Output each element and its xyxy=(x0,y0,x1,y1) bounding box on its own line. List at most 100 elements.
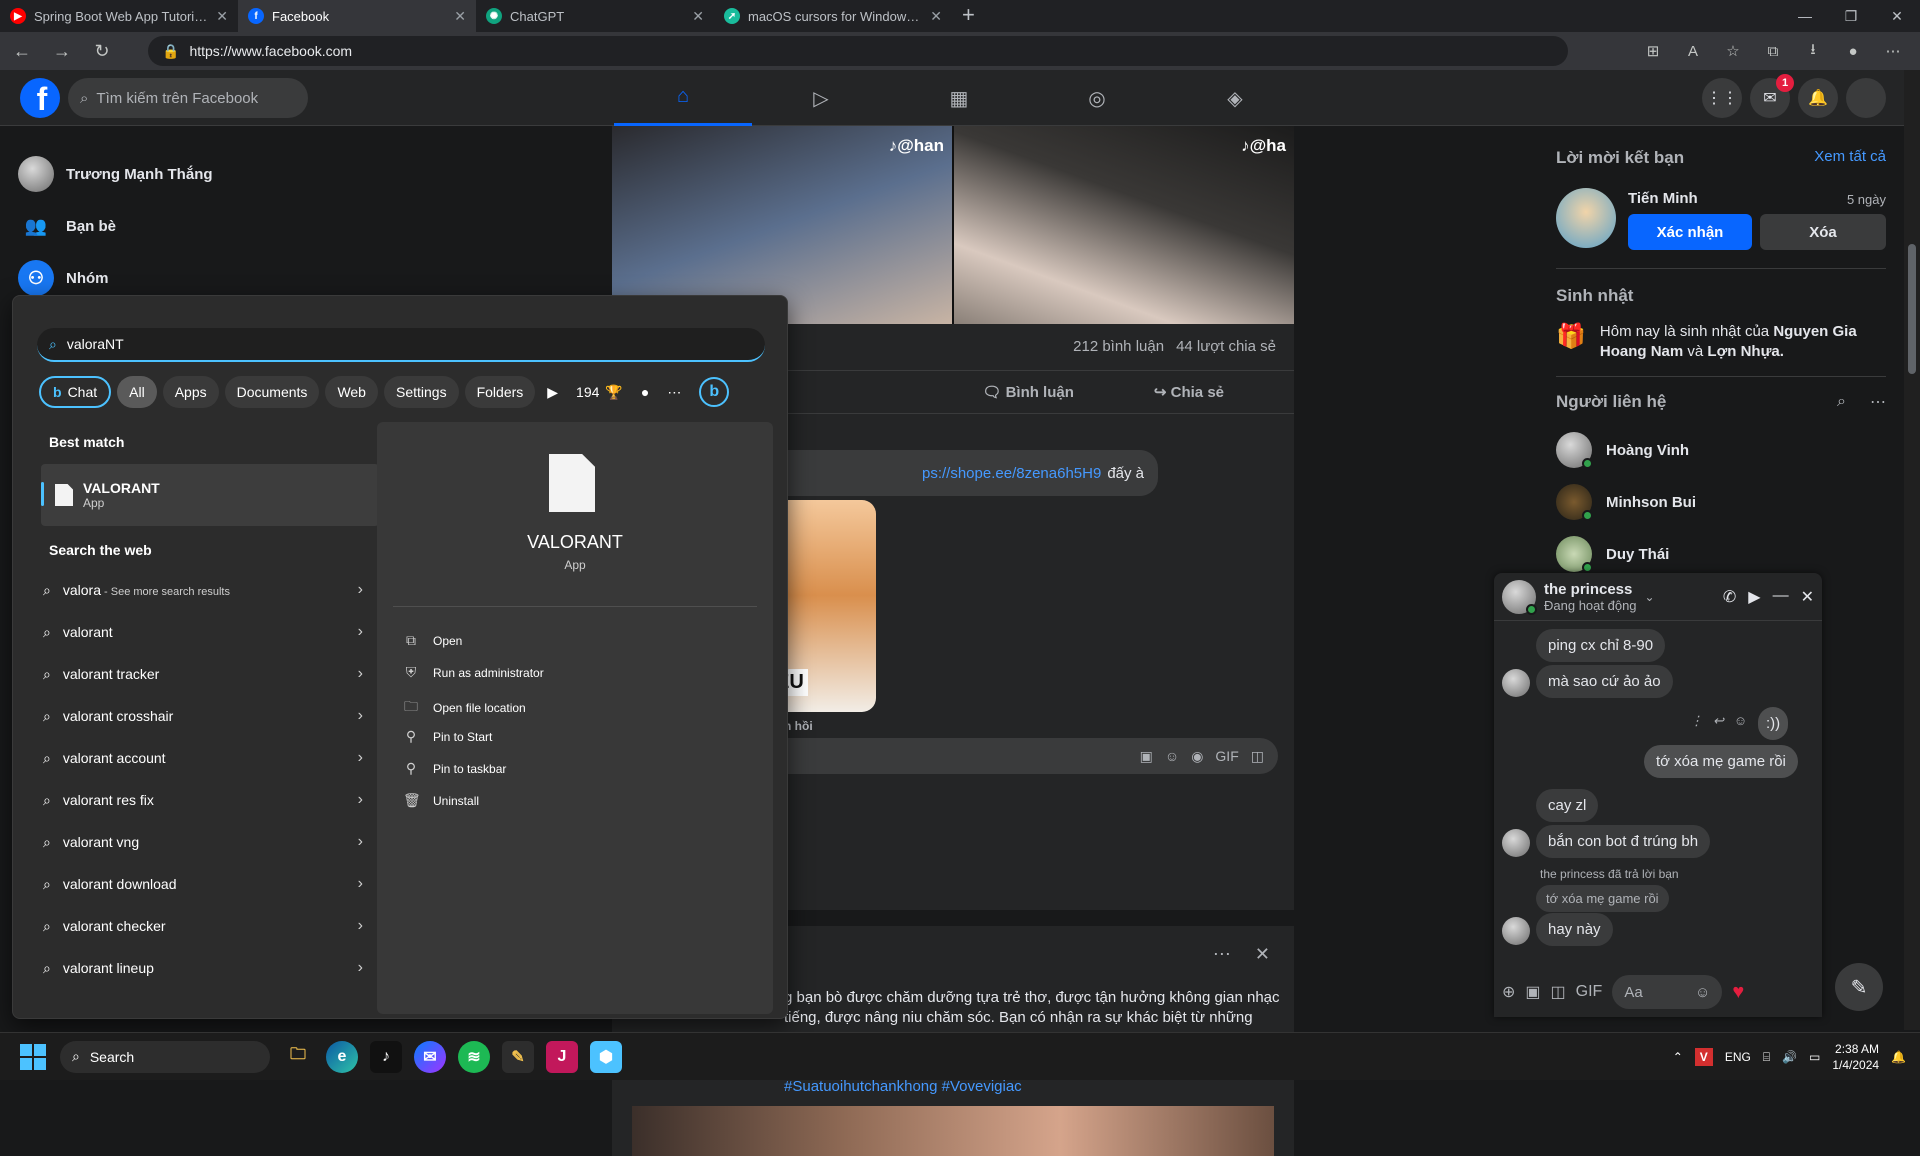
web-result[interactable]: ⌕ valorant res fix › xyxy=(43,780,363,820)
chip-folders[interactable]: Folders xyxy=(464,376,536,408)
gif-icon[interactable]: GIF xyxy=(1576,983,1603,1001)
web-result[interactable]: ⌕ valorant account › xyxy=(43,738,363,778)
avatar[interactable] xyxy=(1556,188,1616,248)
message-bubble[interactable]: hay này xyxy=(1536,913,1613,946)
scrollbar-thumb[interactable] xyxy=(1908,244,1916,374)
extensions-icon[interactable]: ⧉ xyxy=(1756,36,1790,66)
web-result[interactable]: ⌕ valorant vng › xyxy=(43,822,363,862)
close-icon[interactable]: ✕ xyxy=(1255,944,1270,965)
minimize-chat-icon[interactable]: — xyxy=(1773,587,1789,607)
facebook-search[interactable]: ⌕ Tìm kiếm trên Facebook xyxy=(68,78,308,118)
messenger-app-icon[interactable]: ✉ xyxy=(414,1040,446,1073)
react-icon[interactable]: ☺ xyxy=(1734,713,1747,729)
more-options-icon[interactable]: ⋯ xyxy=(1870,392,1886,412)
bing-icon[interactable]: b xyxy=(699,377,730,407)
spotify-icon[interactable]: ≋ xyxy=(458,1040,490,1073)
more-options-icon[interactable]: ⋯ xyxy=(1213,944,1231,965)
close-tab-icon[interactable]: ✕ xyxy=(930,8,942,25)
gif-icon[interactable]: GIF xyxy=(1215,748,1238,764)
taskbar-search[interactable]: ⌕ Search xyxy=(60,1040,270,1073)
url-bar[interactable]: 🔒 https://www.facebook.com xyxy=(148,36,1568,66)
edge-icon[interactable]: e xyxy=(326,1040,358,1073)
read-aloud-icon[interactable]: A xyxy=(1676,36,1710,66)
see-all-link[interactable]: Xem tất cả xyxy=(1814,148,1886,168)
groups-icon[interactable]: ◎ xyxy=(1028,70,1166,126)
add-icon[interactable]: ⊕ xyxy=(1502,982,1515,1002)
notification-bell-icon[interactable]: 🔔 xyxy=(1891,1050,1906,1064)
app-icon[interactable]: ✎ xyxy=(502,1040,534,1073)
chevron-down-icon[interactable]: ⌄ xyxy=(1645,590,1655,604)
comment-count[interactable]: 212 bình luận xyxy=(1073,338,1164,355)
forward-icon[interactable]: → xyxy=(44,35,80,67)
action-uninstall[interactable]: 🗑 Uninstall xyxy=(403,792,479,809)
tiktok-icon[interactable]: ♪ xyxy=(370,1040,402,1073)
user-avatar-icon[interactable]: ● xyxy=(635,376,655,408)
web-result[interactable]: ⌕ valorant download › xyxy=(43,864,363,904)
video-icon[interactable]: ▷ xyxy=(752,70,890,126)
restore-icon[interactable]: ❐ xyxy=(1828,0,1874,32)
rewards-points[interactable]: 194 🏆 xyxy=(570,376,629,408)
play-icon[interactable]: ▶ xyxy=(541,376,564,408)
clock[interactable]: 2:38 AM 1/4/2024 xyxy=(1832,1041,1879,1073)
more-options-icon[interactable]: ⋯ xyxy=(661,376,687,408)
browser-tab-cursors[interactable]: ➚ macOS cursors for Windows by a ✕ xyxy=(714,0,952,32)
web-result[interactable]: ⌕ valorant lineup › xyxy=(43,948,363,988)
action-run-as-admin[interactable]: ⛨ Run as administrator xyxy=(403,664,544,681)
close-window-icon[interactable]: ✕ xyxy=(1874,0,1920,32)
quoted-message[interactable]: tớ xóa mẹ game rồi xyxy=(1536,885,1669,912)
browser-tab-chatgpt[interactable]: ✺ ChatGPT ✕ xyxy=(476,0,714,32)
app-cube-icon[interactable]: ⬢ xyxy=(590,1040,622,1073)
favorite-star-icon[interactable]: ☆ xyxy=(1716,36,1750,66)
apps-icon[interactable]: ⊞ xyxy=(1636,36,1670,66)
comment-input[interactable]: ▣ ☺ ◉ GIF ◫ xyxy=(722,738,1278,774)
post-image[interactable] xyxy=(632,1106,1274,1156)
profile-icon[interactable]: ● xyxy=(1836,36,1870,66)
best-match-item[interactable]: VALORANT App xyxy=(41,464,379,526)
search-contacts-icon[interactable]: ⌕ xyxy=(1837,393,1846,411)
chip-documents[interactable]: Documents xyxy=(224,376,320,408)
share-button[interactable]: ↪ Chia sẻ xyxy=(1154,383,1224,401)
message-bubble[interactable]: tớ xóa mẹ game rồi xyxy=(1644,745,1798,778)
message-bubble[interactable]: ping cx chỉ 8-90 xyxy=(1536,629,1666,662)
account-avatar[interactable] xyxy=(1846,78,1886,118)
web-result[interactable]: ⌕ valora - See more search results › xyxy=(43,570,363,610)
request-name[interactable]: Tiến Minh xyxy=(1628,190,1698,207)
camera-icon[interactable]: ◉ xyxy=(1191,748,1203,765)
volume-icon[interactable]: 🔊 xyxy=(1782,1050,1797,1064)
windows-start-icon[interactable] xyxy=(20,1043,46,1070)
downloads-icon[interactable]: ⭳ xyxy=(1796,36,1830,66)
sticker-alt-icon[interactable]: ◫ xyxy=(1251,748,1264,765)
chip-chat[interactable]: b Chat xyxy=(39,376,112,408)
page-scrollbar[interactable] xyxy=(1904,70,1920,1030)
close-tab-icon[interactable]: ✕ xyxy=(216,8,228,25)
contact-item[interactable]: Hoàng Vinh xyxy=(1556,424,1886,476)
more-icon[interactable]: ⋮ xyxy=(1690,713,1703,729)
share-count[interactable]: 44 lượt chia sẻ xyxy=(1176,338,1276,355)
web-result[interactable]: ⌕ valorant checker › xyxy=(43,906,363,946)
more-menu-icon[interactable]: ⋯ xyxy=(1876,36,1910,66)
back-icon[interactable]: ← xyxy=(4,35,40,67)
marketplace-icon[interactable]: ▦ xyxy=(890,70,1028,126)
new-message-button[interactable]: ✎ xyxy=(1835,963,1883,1011)
emoji-icon[interactable]: ☺ xyxy=(1695,984,1710,1001)
vanguard-icon[interactable]: V xyxy=(1694,1048,1713,1066)
gaming-icon[interactable]: ◈ xyxy=(1166,70,1304,126)
reply-link[interactable]: n hồi xyxy=(784,719,813,733)
action-open-file-location[interactable]: 🗀 Open file location xyxy=(403,696,526,720)
home-icon[interactable]: ⌂ xyxy=(614,70,752,126)
delete-button[interactable]: Xóa xyxy=(1760,214,1886,250)
battery-icon[interactable]: ▭ xyxy=(1809,1050,1820,1064)
confirm-button[interactable]: Xác nhận xyxy=(1628,214,1752,250)
chevron-up-icon[interactable]: ⌃ xyxy=(1673,1050,1683,1064)
browser-tab-facebook[interactable]: f Facebook ✕ xyxy=(238,0,476,32)
heart-icon[interactable]: ♥ xyxy=(1732,981,1744,1004)
browser-tab-youtube[interactable]: ▶ Spring Boot Web App Tutorial (J ✕ xyxy=(0,0,238,32)
notifications-icon[interactable]: 🔔 xyxy=(1798,78,1838,118)
language-indicator[interactable]: ENG xyxy=(1725,1050,1751,1064)
image-icon[interactable]: ▣ xyxy=(1525,982,1540,1002)
reply-icon[interactable]: ↩ xyxy=(1713,713,1724,729)
emoji-icon[interactable]: ☺ xyxy=(1165,748,1179,764)
contact-item[interactable]: Minhson Bui xyxy=(1556,476,1886,528)
comment-link[interactable]: ps://shope.ee/8zena6h5H9 xyxy=(922,465,1101,482)
post-hashtags[interactable]: #Suatuoihutchankhong #Vovevigiac xyxy=(784,1078,1022,1095)
